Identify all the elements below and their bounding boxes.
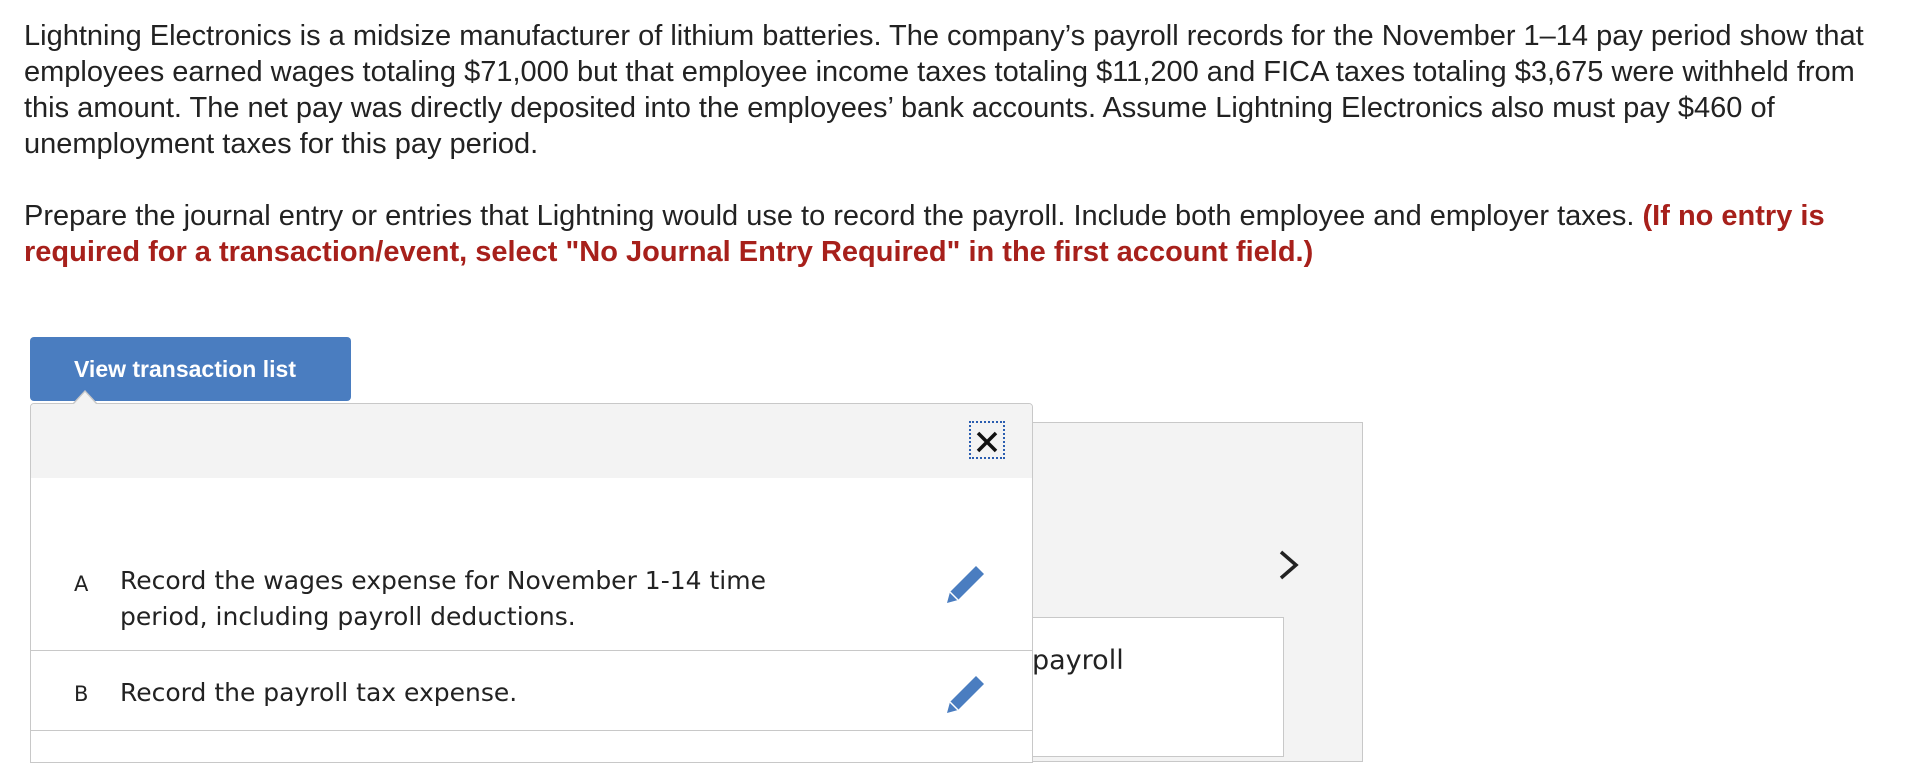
instruction-text: Prepare the journal entry or entries tha… — [24, 200, 1635, 232]
transaction-description: Record the payroll tax expense. — [120, 678, 518, 707]
transaction-row-next[interactable] — [31, 731, 1032, 762]
edit-transaction-b-button[interactable] — [942, 670, 990, 718]
transaction-description: Record the wages expense for November 1-… — [120, 566, 766, 631]
chevron-right-icon[interactable] — [1272, 548, 1306, 582]
close-icon — [976, 431, 998, 452]
pencil-icon — [947, 566, 984, 603]
transaction-letter: B — [74, 682, 89, 706]
journal-entry-inner-card — [1030, 617, 1284, 757]
popup-header — [31, 404, 1032, 478]
popup-pointer-fill — [74, 392, 96, 404]
instruction-paragraph: Prepare the journal entry or entries tha… — [24, 198, 1904, 270]
edit-transaction-a-button[interactable] — [942, 560, 990, 608]
background-card-text: payroll — [1032, 645, 1124, 676]
close-button[interactable] — [969, 421, 1005, 459]
problem-paragraph: Lightning Electronics is a midsize manuf… — [24, 20, 1864, 160]
transaction-row-b[interactable]: B Record the payroll tax expense. — [31, 651, 1032, 731]
transaction-letter: A — [74, 572, 89, 596]
transaction-row-a[interactable]: A Record the wages expense for November … — [31, 478, 1032, 651]
problem-statement: Lightning Electronics is a midsize manuf… — [24, 18, 1904, 270]
transaction-list-popup: A Record the wages expense for November … — [30, 403, 1033, 763]
pencil-icon — [947, 676, 984, 713]
